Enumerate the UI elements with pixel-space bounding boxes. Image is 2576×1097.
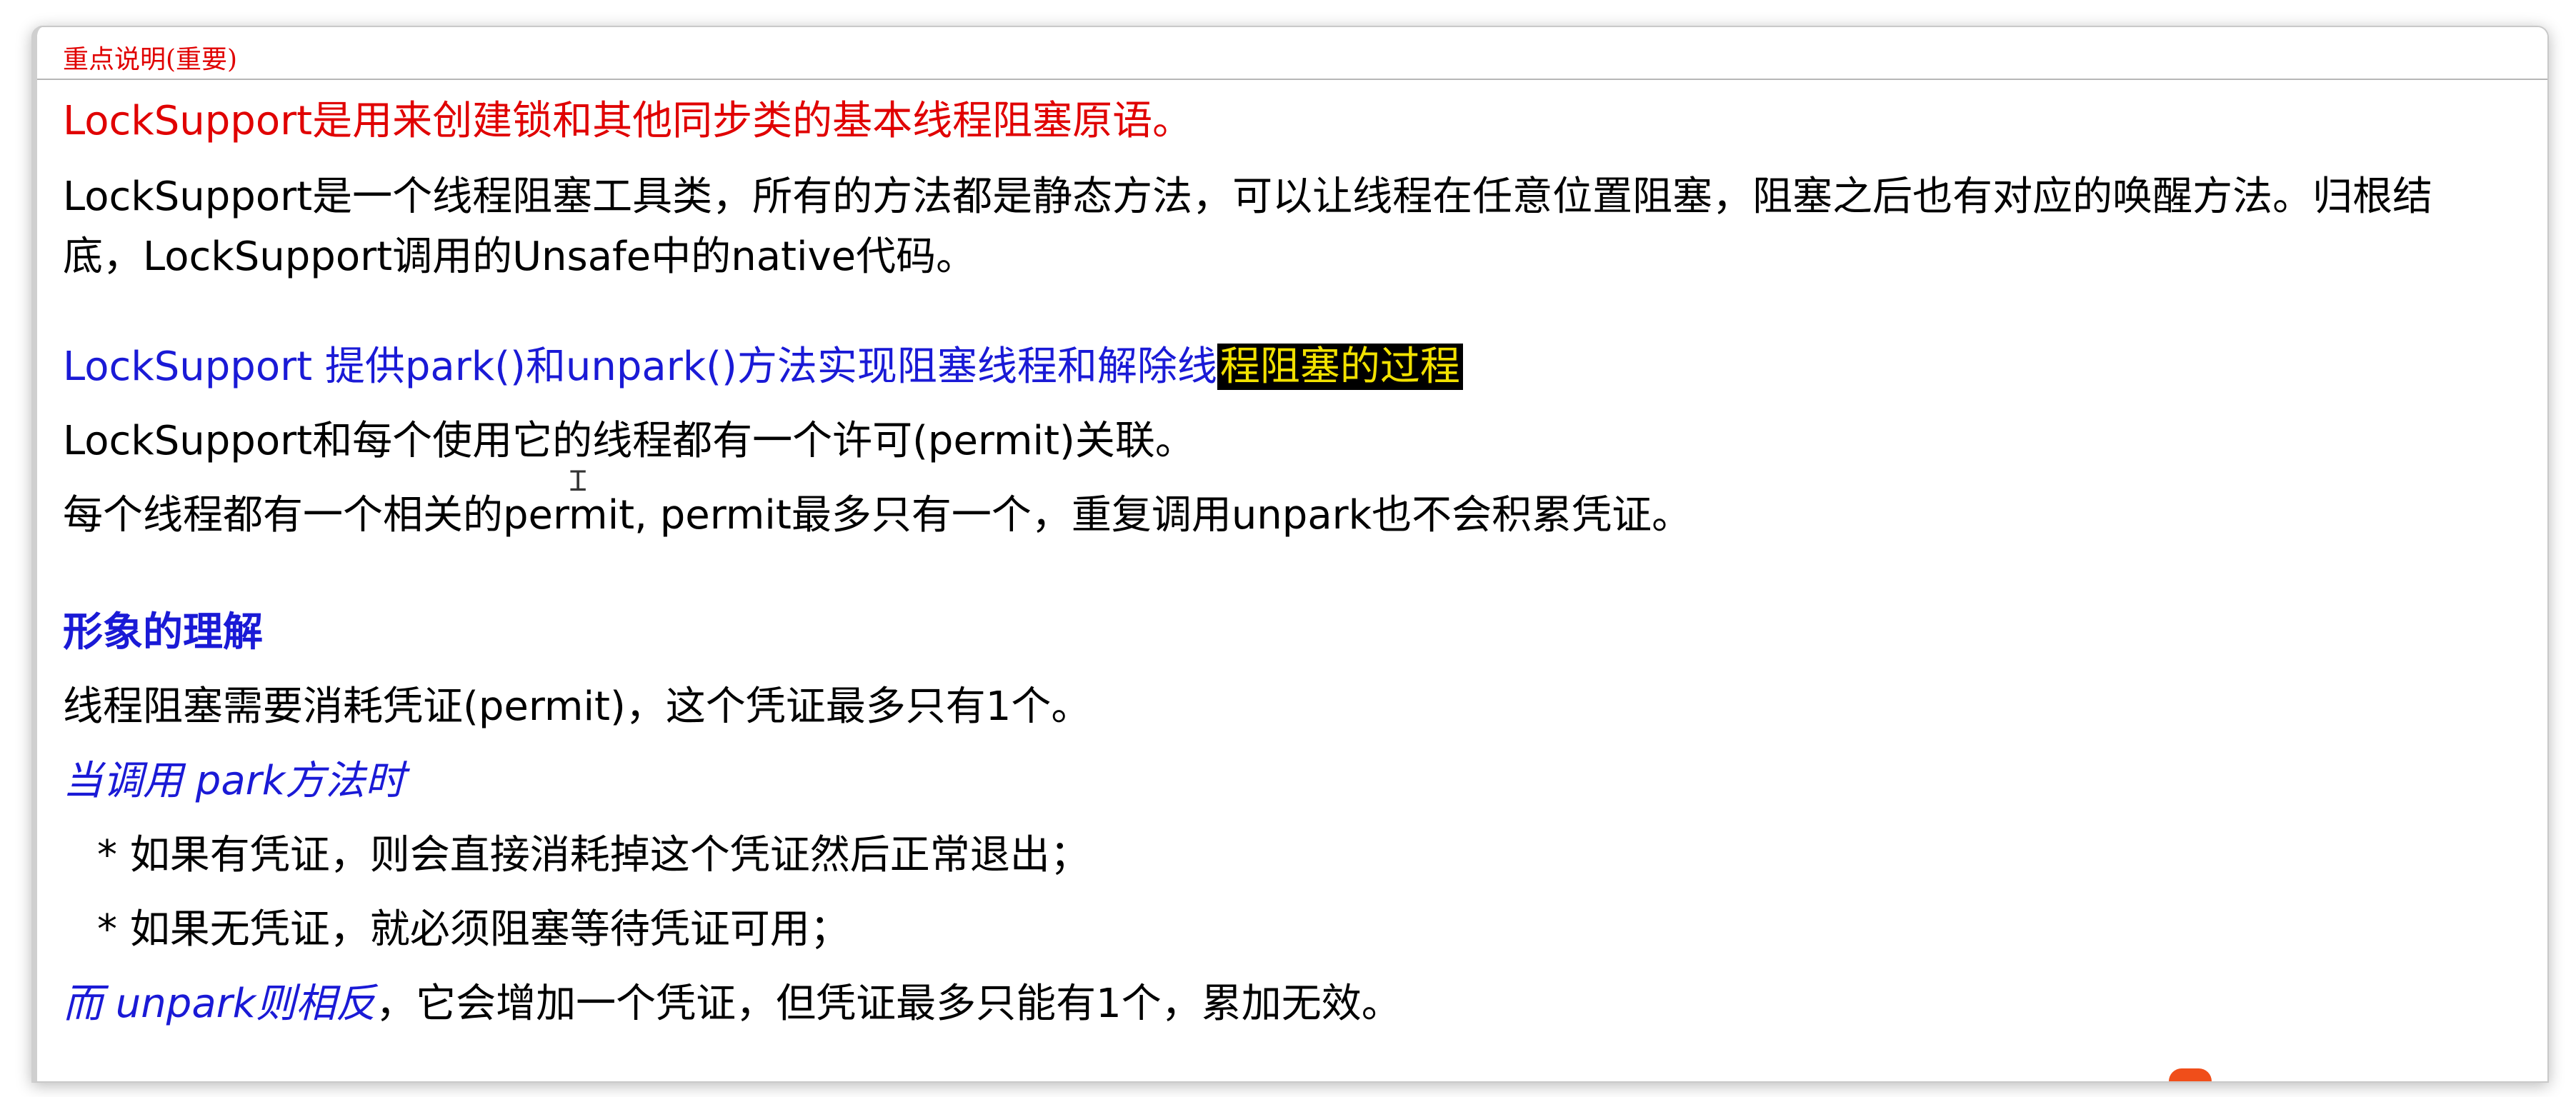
bullet-has-permit: * 如果有凭证，则会直接消耗掉这个凭证然后正常退出； — [97, 832, 1090, 878]
section-header: 重点说明(重要) — [37, 27, 2547, 80]
section-title: 重点说明(重要) — [63, 45, 238, 74]
bullet-no-permit: * 如果无凭证，就必须阻塞等待凭证可用； — [97, 906, 850, 953]
permit-limit-paragraph: 每个线程都有一个相关的permit, permit最多只有一个，重复调用unpa… — [63, 492, 1692, 539]
unpark-emphasis: 而 unpark则相反 — [63, 981, 376, 1027]
understanding-heading: 形象的理解 — [63, 609, 263, 656]
park-call-heading: 当调用 park方法时 — [63, 758, 406, 804]
highlighted-text[interactable]: 程阻塞的过程 — [1217, 344, 1463, 390]
intro-paragraph: LockSupport是用来创建锁和其他同步类的基本线程阻塞原语。 — [63, 98, 1193, 144]
consume-permit-paragraph: 线程阻塞需要消耗凭证(permit)，这个凭证最多只有1个。 — [63, 683, 1092, 730]
description-line-1: LockSupport是一个线程阻塞工具类，所有的方法都是静态方法，可以让线程在… — [63, 174, 2433, 220]
permit-paragraph: LockSupport和每个使用它的线程都有一个许可(permit)关联。 — [63, 418, 1195, 464]
document-window: 重点说明(重要) LockSupport是用来创建锁和其他同步类的基本线程阻塞原… — [31, 26, 2549, 1083]
document-body: LockSupport是用来创建锁和其他同步类的基本线程阻塞原语。 LockSu… — [63, 79, 2530, 1041]
description-line-2: 底，LockSupport调用的Unsafe中的native代码。 — [63, 234, 977, 280]
text-cursor-icon: Ɪ — [570, 465, 586, 498]
park-unpark-paragraph: LockSupport 提供park()和unpark()方法实现阻塞线程和解除… — [63, 330, 2530, 404]
description-paragraph: LockSupport是一个线程阻塞工具类，所有的方法都是静态方法，可以让线程在… — [63, 167, 2530, 287]
unpark-paragraph: 而 unpark则相反，它会增加一个凭证，但凭证最多只能有1个，累加无效。 — [63, 967, 2530, 1041]
unpark-text: ，它会增加一个凭证，但凭证最多只能有1个，累加无效。 — [376, 981, 1402, 1027]
park-unpark-text: LockSupport 提供park()和unpark()方法实现阻塞线程和解除… — [63, 344, 1217, 390]
orange-annotation-mark — [2169, 1068, 2212, 1081]
